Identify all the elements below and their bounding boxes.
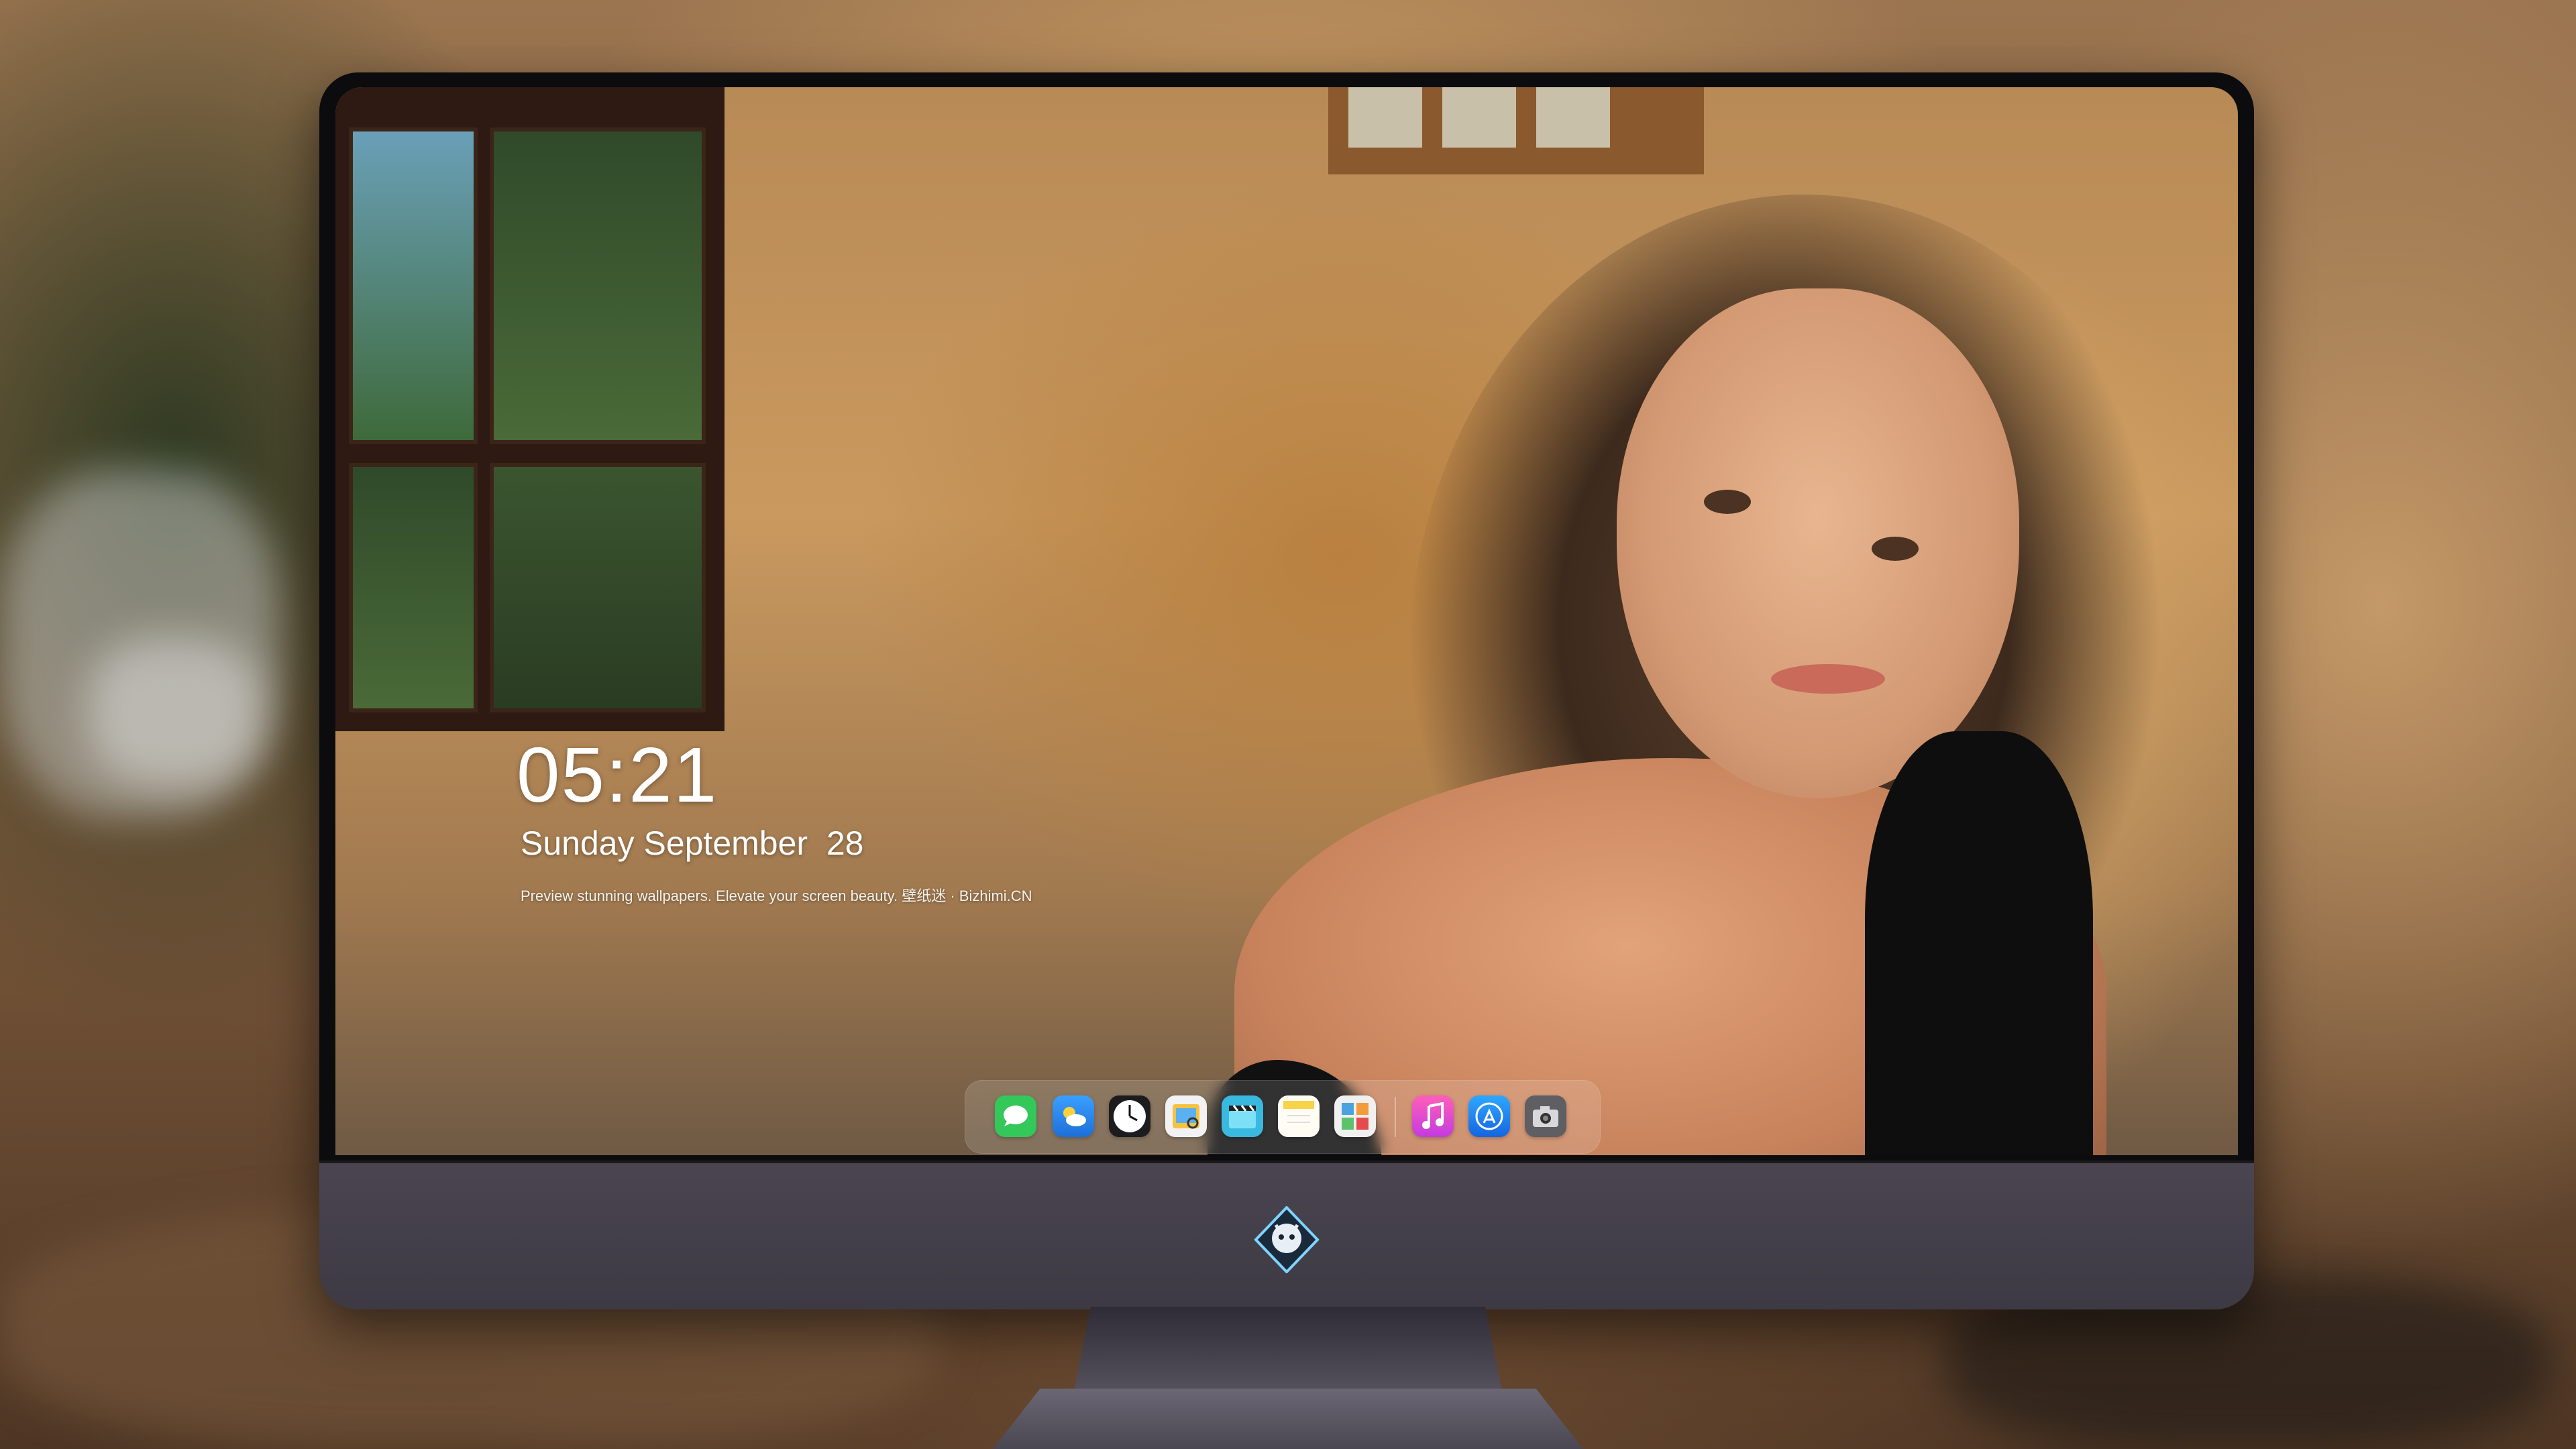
desktop-screen <box>335 87 2238 1155</box>
background-blob <box>87 637 262 785</box>
wallpaper-window-pane <box>349 127 478 444</box>
monitor-stand-neck <box>1073 1307 1503 1394</box>
lockscreen-tagline: Preview stunning wallpapers. Elevate you… <box>521 888 1032 904</box>
wallpaper-face <box>1617 288 2019 798</box>
wallpaper-upper-window <box>1328 87 1704 174</box>
monitor-stand-base <box>993 1389 1583 1449</box>
wallpaper-eye <box>1704 490 1751 514</box>
dock <box>965 1080 1601 1154</box>
mascot-logo-icon <box>1253 1205 1320 1274</box>
preview-icon[interactable] <box>1165 1095 1207 1137</box>
wallpaper-eye <box>1872 537 1919 561</box>
clock-icon[interactable] <box>1109 1095 1150 1137</box>
dock-separator <box>1395 1097 1396 1137</box>
app-store-icon[interactable] <box>1468 1095 1510 1137</box>
wallpaper-window-pane <box>490 127 706 444</box>
notes-icon[interactable] <box>1278 1095 1320 1137</box>
music-icon[interactable] <box>1412 1095 1454 1137</box>
wallpaper-sleeve <box>1865 731 2093 1155</box>
lockscreen-time: 05:21 <box>517 731 718 818</box>
wallpaper-lips <box>1771 664 1885 694</box>
monitor-chin <box>319 1161 2254 1309</box>
lockscreen-date: Sunday September 28 <box>521 824 864 862</box>
wallpaper-window-glass <box>1442 87 1516 148</box>
wallpaper-window-glass <box>1348 87 1422 148</box>
camera-icon[interactable] <box>1525 1095 1566 1137</box>
clips-icon[interactable] <box>1222 1095 1263 1137</box>
wallpaper-window-glass <box>1536 87 1610 148</box>
wallpaper-window-frame <box>335 87 724 731</box>
photos-grid-icon[interactable] <box>1334 1095 1376 1137</box>
wallpaper-window-pane <box>490 463 706 712</box>
weather-icon[interactable] <box>1053 1095 1094 1137</box>
messages-icon[interactable] <box>995 1095 1036 1137</box>
wallpaper-window-pane <box>349 463 478 712</box>
